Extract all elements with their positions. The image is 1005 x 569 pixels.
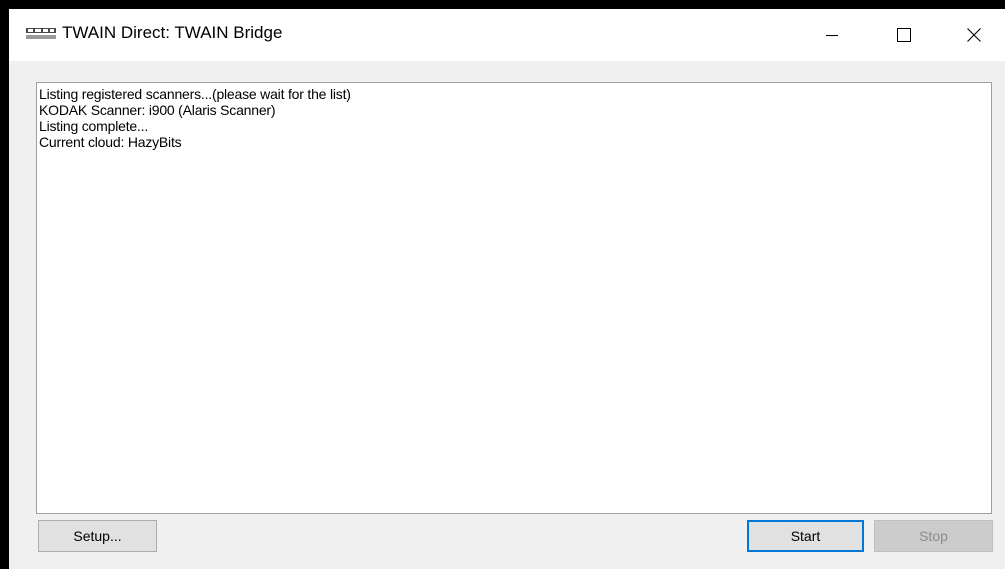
minimize-icon bbox=[826, 35, 838, 36]
log-output[interactable]: Listing registered scanners...(please wa… bbox=[36, 82, 992, 514]
maximize-button[interactable] bbox=[881, 9, 927, 61]
maximize-icon bbox=[897, 28, 911, 42]
close-icon bbox=[967, 28, 981, 42]
log-line: Listing complete... bbox=[39, 118, 149, 134]
app-window: TWAIN Direct: TWAIN Bridge Listing regis… bbox=[9, 9, 1005, 569]
window-title: TWAIN Direct: TWAIN Bridge bbox=[62, 23, 283, 42]
stop-button[interactable]: Stop bbox=[874, 520, 993, 552]
minimize-button[interactable] bbox=[809, 9, 855, 61]
log-line: Current cloud: HazyBits bbox=[39, 134, 182, 150]
log-line: Listing registered scanners...(please wa… bbox=[39, 86, 351, 102]
title-bar[interactable]: TWAIN Direct: TWAIN Bridge bbox=[9, 9, 1005, 61]
setup-button[interactable]: Setup... bbox=[38, 520, 157, 552]
log-line: KODAK Scanner: i900 (Alaris Scanner) bbox=[39, 102, 276, 118]
close-button[interactable] bbox=[951, 9, 997, 61]
start-button[interactable]: Start bbox=[747, 520, 864, 552]
twain-direct-logo-icon bbox=[26, 28, 56, 39]
